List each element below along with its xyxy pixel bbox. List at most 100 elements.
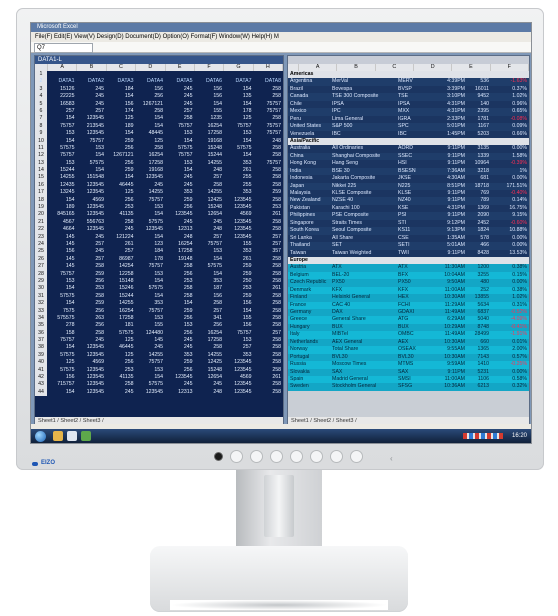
table-cell[interactable]: 257 — [106, 248, 136, 255]
table-cell[interactable]: 153 — [224, 130, 254, 137]
table-cell[interactable]: 9:11PM — [438, 153, 467, 160]
right-spreadsheet-window[interactable]: ABCDEF Americas Argentina MerVal MERV 4:39PM… — [287, 55, 530, 426]
table-cell[interactable]: 153 — [136, 367, 166, 374]
table-cell[interactable]: 151548 — [77, 174, 107, 181]
table-cell[interactable]: 4569 — [224, 374, 254, 381]
table-cell[interactable]: 12425 — [195, 197, 225, 204]
table-cell[interactable]: 125 — [106, 337, 136, 344]
table-cell[interactable]: 2.00% — [491, 346, 529, 353]
table-cell[interactable]: 57575 — [136, 381, 166, 388]
table-cell[interactable]: DATA8 — [254, 78, 284, 85]
table-cell[interactable]: 4:31PM — [438, 101, 467, 108]
table-cell[interactable]: SMSI — [398, 376, 438, 383]
table-cell[interactable]: 75757 — [254, 130, 284, 137]
table-cell[interactable]: 258 — [106, 381, 136, 388]
table-cell[interactable]: 257 — [224, 344, 254, 351]
table-cell[interactable]: 6:29AM — [438, 316, 467, 323]
index-row[interactable]: Thailand SET SETI 5:01AM 466 0.00% — [288, 242, 529, 250]
table-cell[interactable]: 5231 — [467, 369, 491, 376]
table-cell[interactable]: 245 — [195, 381, 225, 388]
table-cell[interactable]: 187 — [195, 285, 225, 292]
left-table-row[interactable]: 25 156 245 257 184 17258 153 353 357 — [35, 248, 284, 256]
table-cell[interactable]: KFX — [330, 287, 398, 294]
table-cell[interactable]: 28499 — [467, 331, 491, 338]
table-cell[interactable]: 17258 — [165, 248, 195, 255]
left-col-header[interactable]: G — [224, 64, 254, 71]
table-cell[interactable]: 5:01AM — [438, 242, 467, 249]
table-cell[interactable]: AEX General — [330, 339, 398, 346]
table-cell[interactable]: 245 — [136, 344, 166, 351]
table-cell[interactable]: 57575 — [224, 145, 254, 152]
table-cell[interactable]: -0.41% — [491, 324, 529, 331]
table-cell[interactable]: Slovakia — [288, 369, 330, 376]
table-cell[interactable]: STI — [398, 220, 438, 227]
table-cell[interactable]: 16254 — [195, 123, 225, 130]
cell-reference-box[interactable]: Q7 — [34, 43, 93, 53]
region-header-row[interactable]: Americas — [288, 71, 529, 79]
table-cell[interactable]: 16.75% — [491, 205, 529, 212]
table-cell[interactable]: 174 — [106, 108, 136, 115]
table-cell[interactable]: 250 — [224, 278, 254, 285]
table-cell[interactable]: 155 — [224, 241, 254, 248]
table-cell[interactable]: 4:39PM — [438, 78, 467, 85]
table-cell[interactable] — [398, 138, 438, 145]
table-cell[interactable]: 75757 — [224, 330, 254, 337]
table-cell[interactable]: 259 — [165, 359, 195, 366]
table-cell[interactable]: 357 — [254, 248, 284, 255]
table-cell[interactable]: 258 — [106, 219, 136, 226]
monitor-button-5[interactable] — [310, 450, 323, 463]
table-cell[interactable]: France — [288, 302, 330, 309]
table-cell[interactable]: 15248 — [195, 204, 225, 211]
table-cell[interactable] — [330, 138, 398, 145]
index-row[interactable]: Spain Madrid General SMSI 11:00AM 1106 0.58% — [288, 375, 529, 384]
table-cell[interactable] — [491, 71, 529, 78]
table-cell[interactable]: 15246 — [106, 285, 136, 292]
monitor-button-2[interactable] — [250, 450, 263, 463]
left-table-row[interactable]: 26 145 257 86987 178 19148 154 261 258 — [35, 255, 283, 264]
table-cell[interactable]: KSE — [398, 205, 438, 212]
table-cell[interactable]: 0.15% — [491, 272, 529, 279]
table-cell[interactable]: BEL-20 — [330, 272, 398, 279]
left-table-row[interactable]: 35 278 256 181 155 153 256 156 258 — [35, 322, 283, 330]
table-cell[interactable]: 258 — [254, 182, 284, 189]
table-cell[interactable]: Peru — [288, 116, 330, 123]
table-cell[interactable]: FCHI — [398, 302, 438, 309]
table-cell[interactable]: 125 — [136, 138, 166, 145]
left-table-row[interactable]: 38 154 123545 46445 245 245 258 257 258 — [35, 344, 283, 352]
index-row[interactable]: Malaysia KLSE Composite KLSE 9:11PM 769 -0.40… — [288, 190, 529, 198]
table-cell[interactable]: Czech Republic — [288, 279, 330, 286]
table-cell[interactable]: 258 — [254, 145, 284, 152]
table-cell[interactable]: 245 — [106, 226, 136, 233]
table-cell[interactable]: SFSG — [398, 383, 438, 390]
table-cell[interactable]: 75757 — [195, 241, 225, 248]
left-table-row[interactable]: 29 153 256 15148 154 253 353 250 258 — [35, 277, 283, 286]
table-cell[interactable]: 18718 — [467, 183, 491, 190]
table-cell[interactable]: 16254 — [106, 308, 136, 315]
table-cell[interactable]: 257 — [47, 108, 77, 115]
table-cell[interactable]: 0.32% — [491, 383, 529, 390]
table-cell[interactable]: 75757 — [254, 108, 284, 115]
table-cell[interactable]: Australia — [288, 145, 330, 152]
table-cell[interactable]: Total Share — [330, 346, 398, 353]
table-cell[interactable]: 178 — [136, 256, 166, 263]
table-cell[interactable]: 8:51PM — [438, 183, 467, 190]
table-cell[interactable]: 154 — [47, 197, 77, 204]
table-cell[interactable]: 10964 — [467, 160, 491, 167]
table-cell[interactable]: 5040 — [467, 316, 491, 323]
table-cell[interactable]: 9:55AM — [438, 346, 467, 353]
table-cell[interactable]: 12654 — [195, 211, 225, 218]
table-cell[interactable]: 123545 — [77, 344, 107, 351]
left-col-header[interactable]: E — [166, 64, 195, 71]
table-cell[interactable]: 123545 — [77, 389, 107, 396]
table-cell[interactable]: AORD — [398, 145, 438, 152]
table-cell[interactable]: 258 — [254, 308, 284, 315]
table-cell[interactable]: DATA2 — [77, 78, 107, 85]
table-cell[interactable]: 75757 — [47, 152, 77, 159]
table-cell[interactable]: 252 — [467, 287, 491, 294]
table-cell[interactable]: 154 — [136, 293, 166, 300]
table-cell[interactable]: 123545 — [224, 219, 254, 226]
index-row[interactable]: Venezuela IBC IBC 1:45PM 5203 0.66% — [288, 130, 529, 138]
table-cell[interactable]: 121224 — [106, 234, 136, 241]
table-cell[interactable] — [398, 71, 438, 78]
index-row[interactable]: Peru Lima General IGRA 2:33PM 1781 -0.08% — [288, 115, 529, 124]
